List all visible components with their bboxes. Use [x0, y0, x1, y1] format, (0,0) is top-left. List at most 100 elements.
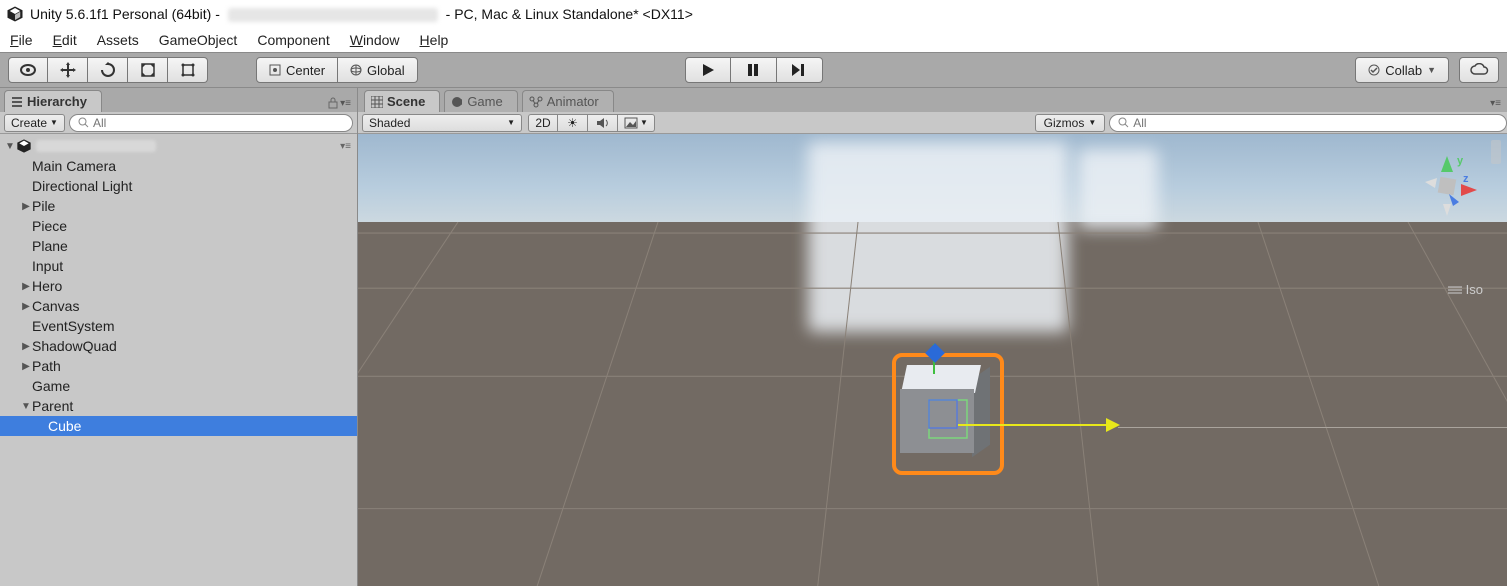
- hierarchy-search-input[interactable]: [93, 116, 344, 130]
- title-redacted: [228, 8, 438, 22]
- rotate-tool-button[interactable]: [88, 57, 128, 83]
- hierarchy-item-label: Input: [32, 258, 63, 274]
- tab-scene[interactable]: Scene: [364, 90, 440, 112]
- tab-animator-label: Animator: [547, 94, 599, 109]
- scene-search[interactable]: [1109, 114, 1507, 132]
- pacman-icon: [451, 96, 463, 108]
- pause-button[interactable]: [731, 57, 777, 83]
- hierarchy-search[interactable]: [69, 114, 353, 132]
- hierarchy-item[interactable]: Piece: [0, 216, 357, 236]
- viewport-blur-region: [1078, 149, 1158, 229]
- hierarchy-item[interactable]: ▶Hero: [0, 276, 357, 296]
- pivot-center-label: Center: [286, 63, 325, 78]
- hierarchy-item[interactable]: ▶Path: [0, 356, 357, 376]
- pivot-center-button[interactable]: Center: [256, 57, 338, 83]
- menu-bar: File Edit Assets GameObject Component Wi…: [0, 28, 1507, 52]
- menu-component[interactable]: Component: [257, 32, 329, 48]
- panel-menu-icon[interactable]: ▾≡: [1490, 98, 1501, 109]
- step-button[interactable]: [777, 57, 823, 83]
- gizmo-axis-x[interactable]: [958, 424, 1118, 426]
- scene-viewport[interactable]: y z Iso: [358, 134, 1507, 586]
- hierarchy-tab-row: Hierarchy ▾≡: [0, 88, 357, 112]
- collab-check-icon: [1368, 64, 1380, 76]
- expand-arrow-icon[interactable]: ▼: [4, 141, 16, 152]
- hierarchy-item-label: Directional Light: [32, 178, 132, 194]
- hierarchy-toolbar: Create ▼: [0, 112, 357, 134]
- dropdown-arrow-icon: ▼: [1427, 65, 1436, 75]
- hierarchy-item[interactable]: ▶Canvas: [0, 296, 357, 316]
- pivot-global-button[interactable]: Global: [338, 57, 418, 83]
- menu-window[interactable]: Window: [350, 32, 400, 48]
- hierarchy-item[interactable]: Cube: [0, 416, 357, 436]
- window-title: Unity 5.6.1f1 Personal (64bit) - - PC, M…: [30, 6, 693, 22]
- expand-arrow-icon[interactable]: ▶: [20, 361, 32, 372]
- selected-cube[interactable]: [898, 359, 998, 469]
- hierarchy-icon: [11, 96, 23, 108]
- expand-arrow-icon[interactable]: ▶: [20, 281, 32, 292]
- search-icon: [78, 117, 89, 128]
- hierarchy-item[interactable]: Plane: [0, 236, 357, 256]
- tab-scene-label: Scene: [387, 94, 425, 109]
- hierarchy-item-label: ShadowQuad: [32, 338, 117, 354]
- projection-mode-label[interactable]: Iso: [1448, 282, 1483, 297]
- lock-icon[interactable]: [328, 97, 338, 109]
- hierarchy-item[interactable]: Input: [0, 256, 357, 276]
- expand-arrow-icon[interactable]: ▶: [20, 201, 32, 212]
- hierarchy-item[interactable]: ▶Pile: [0, 196, 357, 216]
- move-tool-button[interactable]: [48, 57, 88, 83]
- cloud-button[interactable]: [1459, 57, 1499, 83]
- search-icon: [1118, 117, 1129, 128]
- collab-button[interactable]: Collab ▼: [1355, 57, 1449, 83]
- hierarchy-item[interactable]: Main Camera: [0, 156, 357, 176]
- hierarchy-item-label: Piece: [32, 218, 67, 234]
- 2d-toggle-button[interactable]: 2D: [528, 114, 558, 132]
- hierarchy-tree[interactable]: ▼ ▾≡ Main Camera Directional Light ▶Pile Pi…: [0, 134, 357, 586]
- hierarchy-item[interactable]: ▶ShadowQuad: [0, 336, 357, 356]
- hierarchy-item[interactable]: Game: [0, 376, 357, 396]
- center-icon: [269, 64, 281, 76]
- expand-arrow-icon[interactable]: ▶: [20, 341, 32, 352]
- unity-logo-icon: [6, 5, 24, 23]
- shading-mode-dropdown[interactable]: Shaded ▼: [362, 114, 522, 132]
- hierarchy-item-label: Parent: [32, 398, 73, 414]
- hierarchy-item-label: Plane: [32, 238, 68, 254]
- menu-help[interactable]: Help: [420, 32, 449, 48]
- panel-menu-icon[interactable]: ▾≡: [340, 98, 351, 109]
- hierarchy-item[interactable]: Directional Light: [0, 176, 357, 196]
- hierarchy-item[interactable]: ▼Parent: [0, 396, 357, 416]
- hierarchy-tab-label: Hierarchy: [27, 94, 87, 109]
- menu-edit[interactable]: Edit: [53, 32, 77, 48]
- iso-lines-icon: [1448, 285, 1462, 295]
- orientation-gizmo[interactable]: y z: [1407, 146, 1487, 226]
- hierarchy-tab[interactable]: Hierarchy: [4, 90, 102, 112]
- pivot-group: Center Global: [256, 57, 418, 83]
- audio-toggle-button[interactable]: [588, 114, 618, 132]
- fx-toggle-button[interactable]: ▼: [618, 114, 655, 132]
- shading-mode-label: Shaded: [369, 116, 410, 130]
- menu-assets[interactable]: Assets: [97, 32, 139, 48]
- scene-search-input[interactable]: [1133, 116, 1498, 130]
- gizmos-dropdown[interactable]: Gizmos ▼: [1035, 114, 1106, 132]
- create-button[interactable]: Create ▼: [4, 114, 65, 132]
- scene-menu-icon[interactable]: ▾≡: [340, 141, 351, 152]
- play-button[interactable]: [685, 57, 731, 83]
- collab-label: Collab: [1385, 63, 1422, 78]
- lighting-toggle-button[interactable]: ☀: [558, 114, 588, 132]
- play-controls: [685, 57, 823, 83]
- tab-game[interactable]: Game: [444, 90, 517, 112]
- expand-arrow-icon[interactable]: ▼: [20, 401, 32, 412]
- scene-row[interactable]: ▼ ▾≡: [0, 136, 357, 156]
- hierarchy-item-label: Cube: [48, 418, 81, 434]
- menu-file[interactable]: File: [10, 32, 33, 48]
- viewport-stats-toggle[interactable]: [1491, 140, 1501, 164]
- hierarchy-item[interactable]: EventSystem: [0, 316, 357, 336]
- expand-arrow-icon[interactable]: ▶: [20, 301, 32, 312]
- tab-animator[interactable]: Animator: [522, 90, 614, 112]
- rect-tool-button[interactable]: [168, 57, 208, 83]
- menu-gameobject[interactable]: GameObject: [159, 32, 238, 48]
- hand-tool-button[interactable]: [8, 57, 48, 83]
- tab-game-label: Game: [467, 94, 502, 109]
- main-toolbar: Center Global Collab ▼: [0, 52, 1507, 88]
- scene-panel: Scene Game Animator ▾≡ Shaded ▼ 2D ☀ ▼: [358, 88, 1507, 586]
- scale-tool-button[interactable]: [128, 57, 168, 83]
